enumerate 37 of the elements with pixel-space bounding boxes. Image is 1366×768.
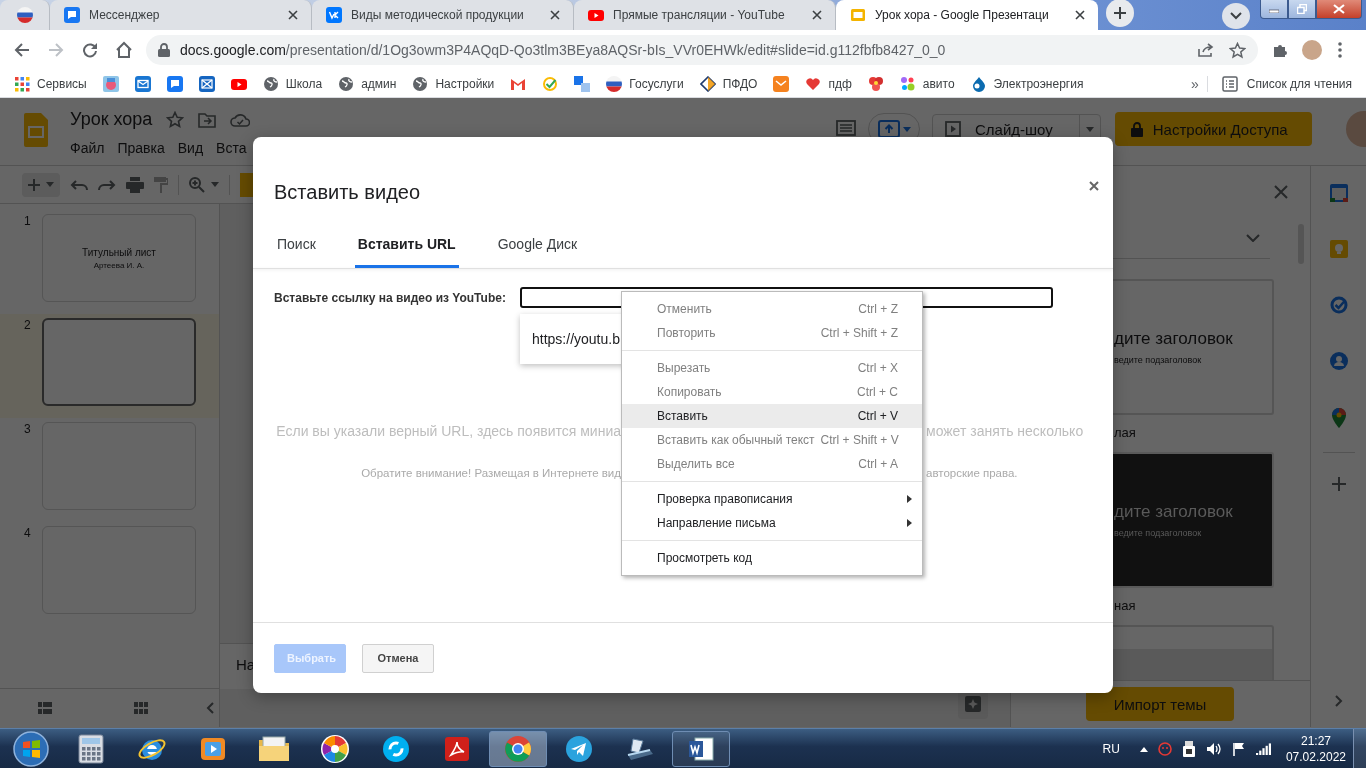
more-bookmarks-button[interactable]: » <box>1191 75 1208 92</box>
field-label: Вставьте ссылку на видео из YouTube: <box>274 290 507 305</box>
bookmark-link[interactable]: Настройки <box>412 75 495 92</box>
theme-name: лая <box>1113 424 1137 442</box>
bookmark-link[interactable]: Госуслуги <box>606 75 684 92</box>
slide-number: 1 <box>24 214 32 228</box>
slide-number: 3 <box>24 422 32 436</box>
notice-text: Обратите внимание! Размещая в Интернете вид <box>361 467 621 479</box>
reading-list-button[interactable]: Список для чтения <box>1221 75 1352 92</box>
browser-tab[interactable]: Мессенджер <box>50 0 312 30</box>
context-menu-item[interactable]: Просмотреть код <box>622 546 922 570</box>
bookmark-link[interactable]: Сервисы <box>14 75 87 92</box>
browser-tab[interactable]: Урок хора - Google Презентаци <box>836 0 1098 30</box>
bookmark-link[interactable]: авито <box>899 75 955 92</box>
slide-number: 2 <box>24 318 32 332</box>
cancel-button[interactable]: Отмена <box>362 643 434 673</box>
dialog-tab[interactable]: Поиск <box>274 226 319 268</box>
context-menu-item[interactable]: Вставить Ctrl + V <box>622 404 922 428</box>
browser-tab[interactable]: Виды методической продукции <box>312 0 574 30</box>
hint-text: может занять несколько <box>925 423 1085 439</box>
bookmark-link[interactable]: Школа <box>262 75 323 92</box>
context-menu-item[interactable]: Направление письма <box>622 511 922 535</box>
theme-name: ная <box>1113 597 1137 615</box>
clock[interactable]: 21:27 07.02.2022 <box>1285 732 1346 765</box>
dialog-title: Вставить видео <box>274 181 421 204</box>
bookmark-link[interactable]: ПФДО <box>699 75 758 92</box>
address-field[interactable]: docs.google.com/presentation/d/1Og3owm3P4AQqD-Qo3tlm3BEya8AQSr-bIs_VVr0EHWk/edit#slide=id.g112fbfb8427_0_0 <box>146 35 1258 65</box>
language-indicator[interactable]: RU <box>1102 741 1120 756</box>
bookmark-link[interactable]: Электроэнергия <box>970 75 1084 92</box>
bookmark-link[interactable]: админ <box>338 75 397 92</box>
slide-number: 4 <box>24 526 32 540</box>
bookmark-link[interactable]: пдф <box>805 75 852 92</box>
dialog-tab[interactable]: Google Диск <box>494 226 581 268</box>
hint-text: Если вы указали верный URL, здесь появится миниа <box>276 423 621 439</box>
notice-text: авторские права. <box>925 467 1019 479</box>
browser-tab[interactable]: Прямые трансляции - YouTube <box>574 0 836 30</box>
context-menu-item[interactable]: Проверка правописания <box>622 487 922 511</box>
